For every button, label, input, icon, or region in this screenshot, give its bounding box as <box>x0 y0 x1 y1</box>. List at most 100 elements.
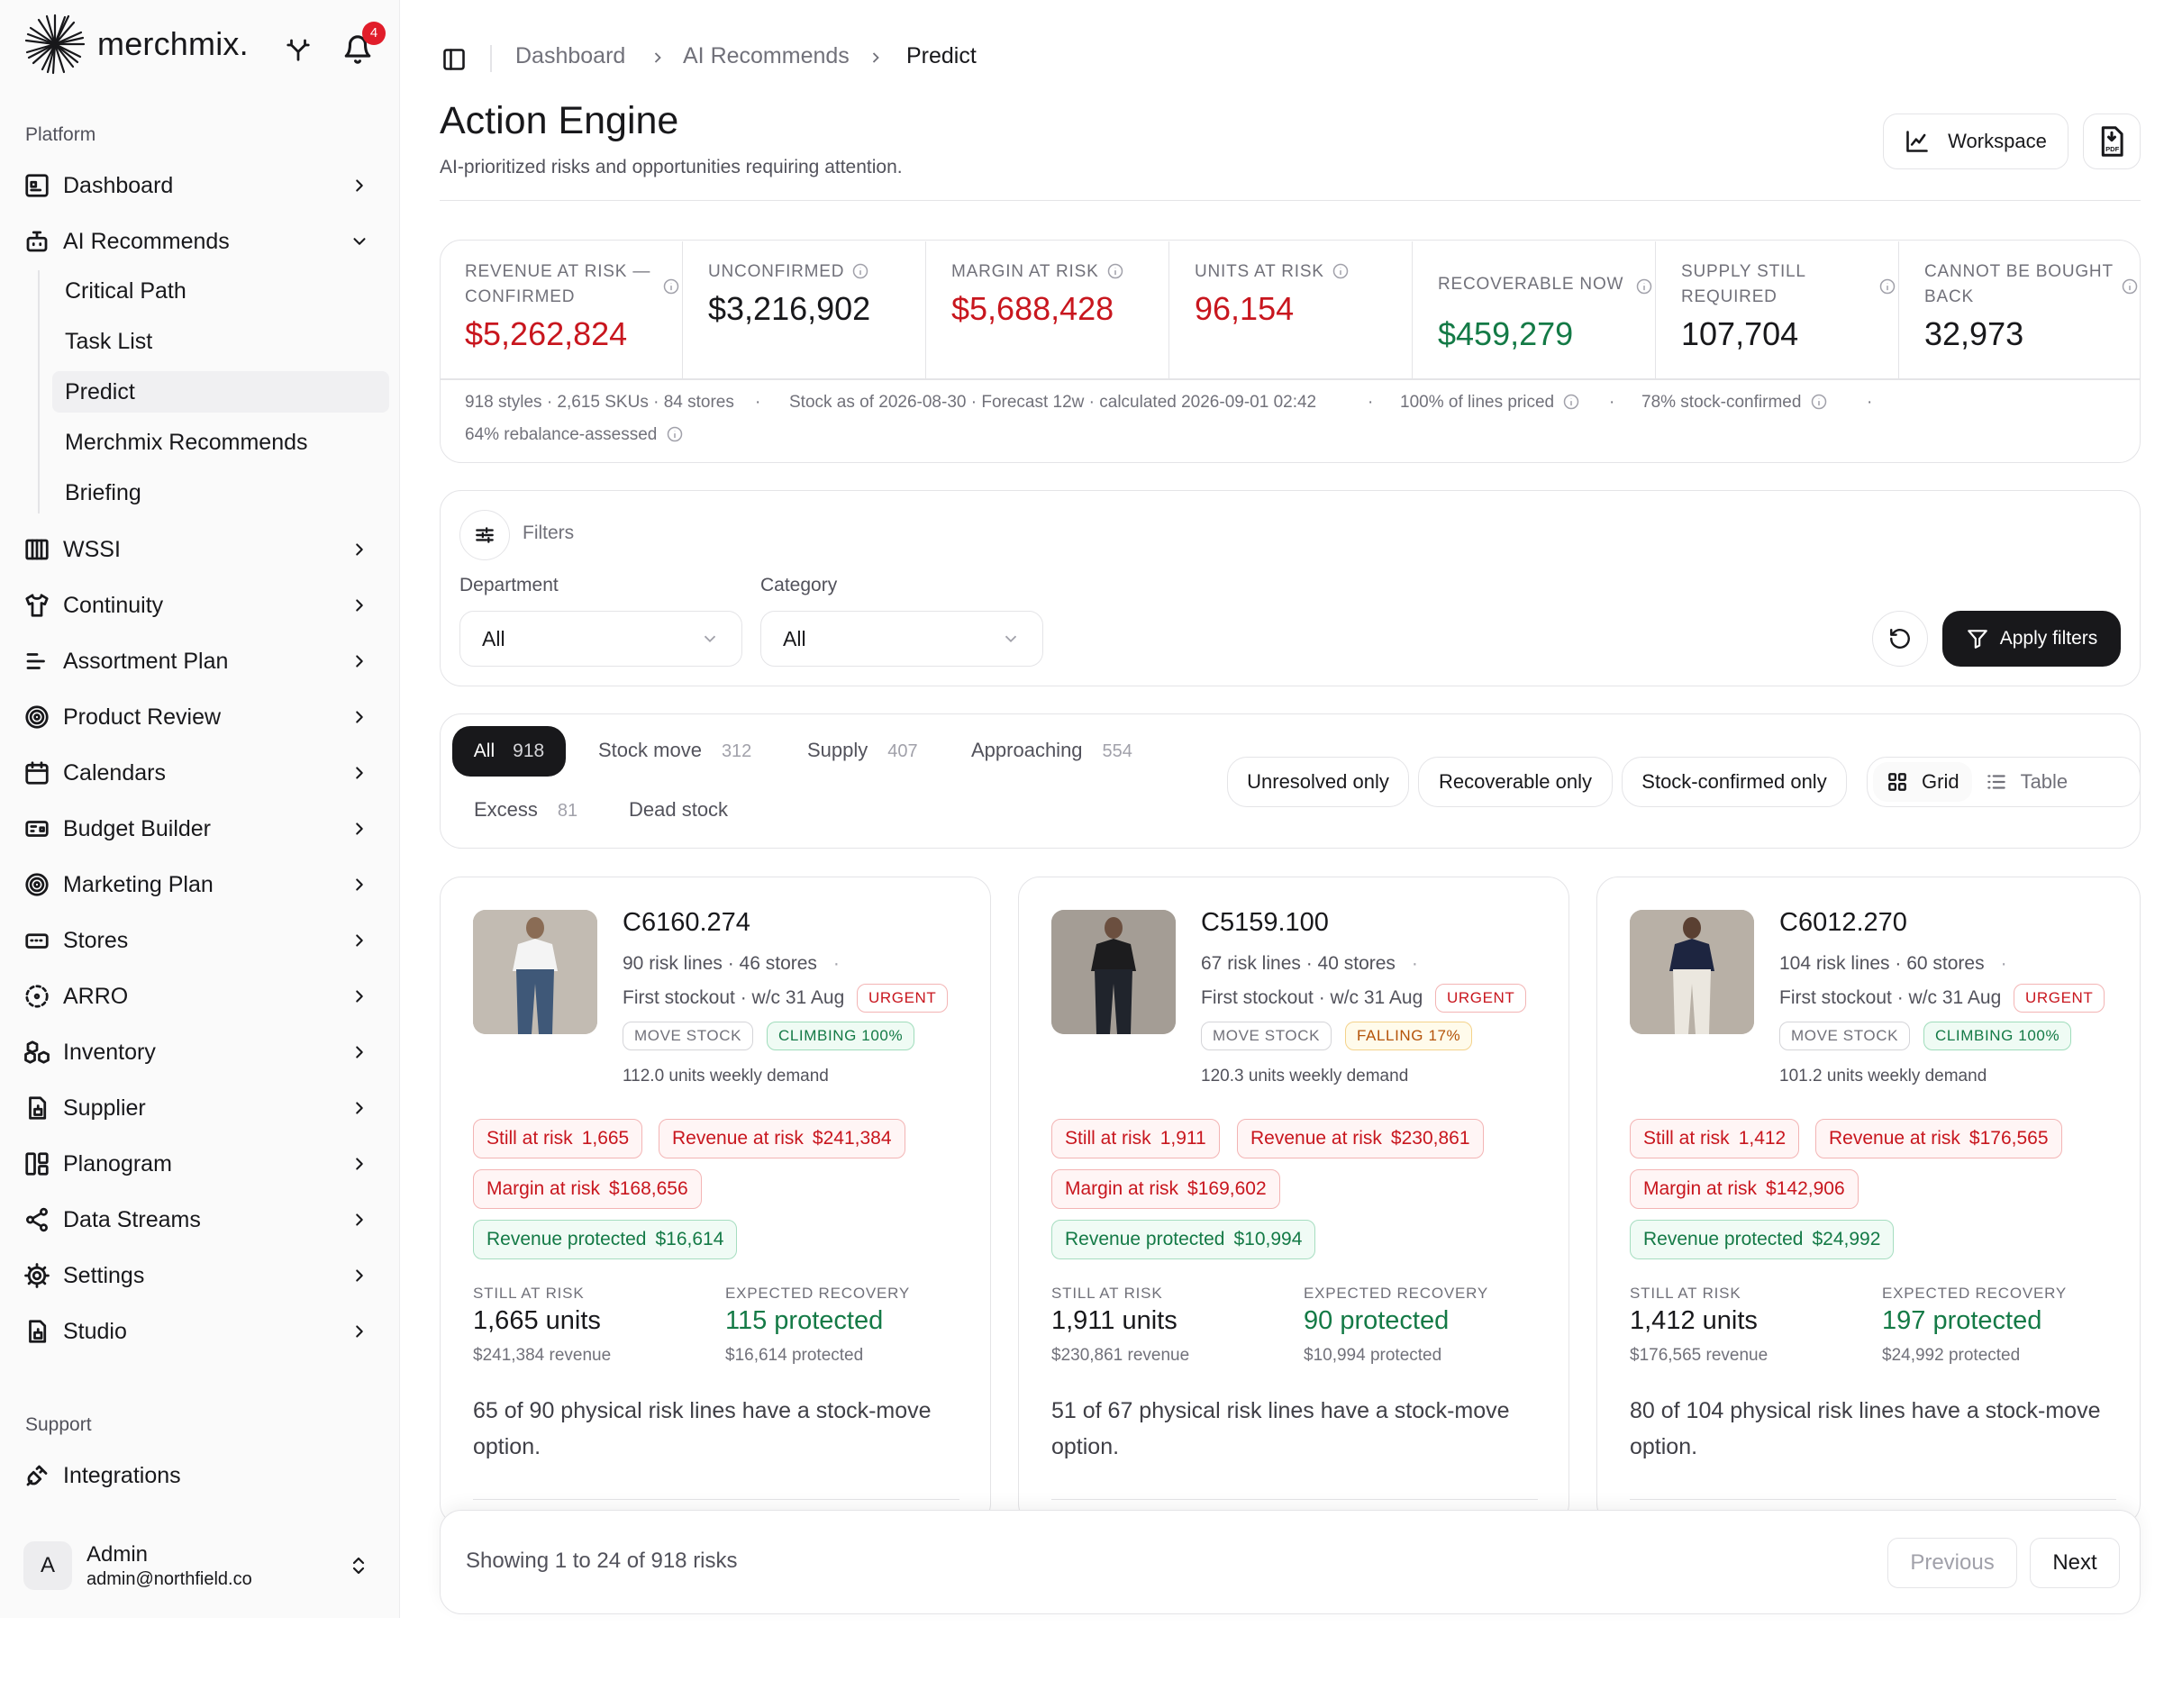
workspace-button[interactable]: Workspace <box>1883 114 2069 169</box>
info-icon[interactable] <box>1106 262 1124 280</box>
chevron-right-icon <box>356 1158 363 1170</box>
info-icon[interactable] <box>1878 277 1896 295</box>
revenue-at-risk-chip: Revenue at risk $230,861 <box>1237 1119 1484 1158</box>
weekly-demand: 112.0 units weekly demand <box>623 1067 829 1086</box>
stock-confirmed-only-toggle[interactable]: Stock-confirmed only <box>1622 757 1847 807</box>
tab-supply[interactable]: Supply 407 <box>807 739 918 762</box>
sidebar-subitem-merchmix-recommends[interactable]: Merchmix Recommends <box>52 422 389 463</box>
chevron-right-icon <box>872 52 879 63</box>
sidebar-subitem-critical-path[interactable]: Critical Path <box>52 270 389 312</box>
sidebar-item-integrations[interactable]: Integrations <box>23 1454 377 1497</box>
department-label: Department <box>459 575 559 595</box>
sidebar-item-continuity[interactable]: Continuity <box>23 584 377 627</box>
sidebar-item-calendars[interactable]: Calendars <box>23 751 377 795</box>
department-select[interactable]: All <box>459 611 742 667</box>
margin-at-risk-chip: Margin at risk $169,602 <box>1051 1169 1280 1209</box>
category-select[interactable]: All <box>760 611 1043 667</box>
apply-filters-button[interactable]: Apply filters <box>1942 611 2121 667</box>
risk-card[interactable]: C5159.100 67 risk lines · 40 stores · Fir… <box>1018 877 1569 1525</box>
info-icon[interactable] <box>666 425 684 443</box>
assortment-icon <box>26 653 45 669</box>
chevron-right-icon <box>356 1102 363 1114</box>
expected-recovery-protected: $24,992 protected <box>1882 1346 2021 1365</box>
info-icon[interactable] <box>851 262 869 280</box>
export-pdf-button[interactable]: PDF <box>2083 114 2141 169</box>
pagination-summary: Showing 1 to 24 of 918 risks <box>466 1549 738 1573</box>
risk-card[interactable]: C6012.270 104 risk lines · 60 stores · Fi… <box>1596 877 2141 1525</box>
sidebar-item-label: AI Recommends <box>63 228 230 254</box>
platform-section-label: Platform <box>25 124 96 145</box>
sidebar-item-data-streams[interactable]: Data Streams <box>23 1198 377 1241</box>
risk-lines: 104 risk lines · 60 stores · <box>1779 953 2007 974</box>
filters-toggle-button[interactable] <box>459 510 510 560</box>
kpi-value: 32,973 <box>1924 315 2024 352</box>
sidebar-subitem-predict[interactable]: Predict <box>52 371 389 413</box>
sidebar-item-budget-builder[interactable]: Budget Builder <box>23 807 377 850</box>
info-icon[interactable] <box>662 277 680 295</box>
unresolved-only-toggle[interactable]: Unresolved only <box>1227 757 1409 807</box>
sidebar-subitem-briefing[interactable]: Briefing <box>52 472 389 513</box>
recoverable-only-toggle[interactable]: Recoverable only <box>1418 757 1613 807</box>
kpi-label: REVENUE AT RISK — CONFIRMED <box>465 262 651 306</box>
brand[interactable]: merchmix. <box>23 13 249 76</box>
sidebar-item-arro[interactable]: ARRO <box>23 975 377 1018</box>
view-grid-button[interactable]: Grid <box>1873 762 1972 802</box>
wssi-icon <box>25 539 49 560</box>
sidebar-item-studio[interactable]: Studio <box>23 1310 377 1353</box>
sidebar-toggle-icon[interactable] <box>441 47 467 72</box>
planogram-icon <box>25 1152 49 1176</box>
info-icon[interactable] <box>1810 393 1828 411</box>
filters-title: Filters <box>523 522 575 543</box>
urgency-badge: URGENT <box>857 984 949 1013</box>
pagination-bar: Showing 1 to 24 of 918 risks Previous Ne… <box>440 1510 2141 1614</box>
sliders-icon <box>476 527 494 543</box>
first-stockout: First stockout · w/c 31 Aug <box>1201 987 1423 1008</box>
sidebar-item-ai-recommends[interactable]: AI Recommends <box>23 220 377 263</box>
category-value: All <box>783 626 806 650</box>
expected-recovery-label: EXPECTED RECOVERY <box>725 1285 911 1302</box>
sidebar-item-inventory[interactable]: Inventory <box>23 1031 377 1074</box>
view-table-button[interactable]: Table <box>1972 762 2081 802</box>
sidebar-item-stores[interactable]: Stores <box>23 919 377 962</box>
previous-page-button[interactable]: Previous <box>1887 1538 2017 1588</box>
tab-excess[interactable]: Excess 81 <box>474 798 577 822</box>
sidebar-item-planogram[interactable]: Planogram <box>23 1142 377 1186</box>
tab-all[interactable]: All 918 <box>452 726 566 777</box>
sidebar-item-settings[interactable]: Settings <box>23 1254 377 1297</box>
user-menu[interactable]: A Admin admin@northfield.co <box>23 1537 377 1594</box>
sidebar-item-marketing-plan[interactable]: Marketing Plan <box>23 863 377 906</box>
sidebar-item-label: WSSI <box>63 536 121 562</box>
kpi-value: $459,279 <box>1438 315 1574 352</box>
reset-filters-button[interactable] <box>1872 611 1928 667</box>
info-icon[interactable] <box>1332 262 1350 280</box>
kpi-label: CANNOT BE BOUGHT BACK <box>1924 262 2114 306</box>
urgency-badge: URGENT <box>1435 984 1527 1013</box>
sidebar-item-product-review[interactable]: Product Review <box>23 695 377 739</box>
sidebar-item-dashboard[interactable]: Dashboard <box>23 164 377 207</box>
tab-stock-move[interactable]: Stock move 312 <box>598 739 751 762</box>
revenue-at-risk-chip: Revenue at risk $176,565 <box>1815 1119 2062 1158</box>
info-icon[interactable] <box>2121 277 2139 295</box>
info-icon[interactable] <box>1635 277 1653 295</box>
fork-icon[interactable] <box>285 36 312 63</box>
chevron-down-icon <box>1005 635 1017 643</box>
info-icon[interactable] <box>1562 393 1580 411</box>
still-at-risk-value: 1,665 units <box>473 1306 601 1335</box>
card-description: 51 of 67 physical risk lines have a stoc… <box>1051 1398 1510 1459</box>
sidebar-item-supplier[interactable]: Supplier <box>23 1086 377 1130</box>
tab-approaching[interactable]: Approaching 554 <box>971 739 1132 762</box>
tab-dead-stock[interactable]: Dead stock <box>629 798 728 822</box>
sidebar-item-assortment-plan[interactable]: Assortment Plan <box>23 640 377 683</box>
breadcrumb-ai-recommends[interactable]: AI Recommends <box>683 43 850 69</box>
revenue-at-risk-chip: Revenue at risk $241,384 <box>659 1119 905 1158</box>
risk-card[interactable]: C6160.274 90 risk lines · 46 stores · Fir… <box>440 877 991 1525</box>
kpi-label: MARGIN AT RISK <box>951 259 1124 285</box>
sidebar-item-wssi[interactable]: WSSI <box>23 528 377 571</box>
chevron-right-icon <box>356 767 363 779</box>
tab-label: Approaching <box>971 739 1083 761</box>
sidebar-subitem-task-list[interactable]: Task List <box>52 321 389 362</box>
next-page-button[interactable]: Next <box>2030 1538 2120 1588</box>
chevron-right-icon <box>356 990 363 1003</box>
chevron-right-icon <box>356 1046 363 1058</box>
breadcrumb-dashboard[interactable]: Dashboard <box>515 43 625 69</box>
